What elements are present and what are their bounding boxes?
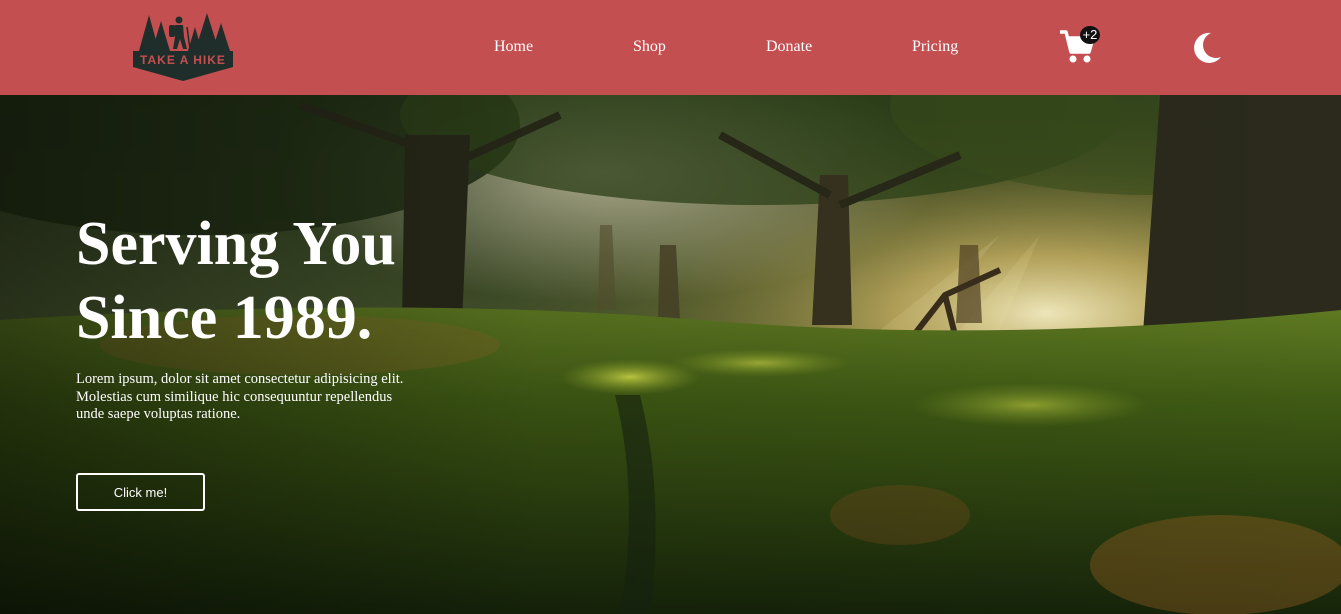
cart-count-badge: +2 — [1080, 26, 1100, 44]
moon-icon — [1194, 32, 1221, 63]
nav-links: Home Shop Donate Pricing — [0, 0, 1000, 95]
nav-link-donate[interactable]: Donate — [766, 38, 812, 56]
cart-button[interactable]: +2 — [1058, 26, 1102, 68]
nav-link-pricing[interactable]: Pricing — [912, 38, 958, 56]
hero-title-line-2: Since 1989. — [76, 284, 373, 352]
theme-toggle-button[interactable] — [1194, 32, 1222, 64]
hero-title: Serving You Since 1989. — [76, 207, 496, 355]
nav-link-shop[interactable]: Shop — [633, 38, 666, 56]
navbar: TAKE A HIKE Home Shop Donate Pricing +2 — [0, 0, 1341, 95]
nav-link-home[interactable]: Home — [494, 38, 533, 56]
hero-description: Lorem ipsum, dolor sit amet consectetur … — [76, 371, 404, 422]
hero-section: Serving You Since 1989. Lorem ipsum, dolo… — [0, 95, 1341, 614]
hero-title-line-1: Serving You — [76, 210, 396, 278]
cta-button[interactable]: Click me! — [76, 473, 205, 511]
